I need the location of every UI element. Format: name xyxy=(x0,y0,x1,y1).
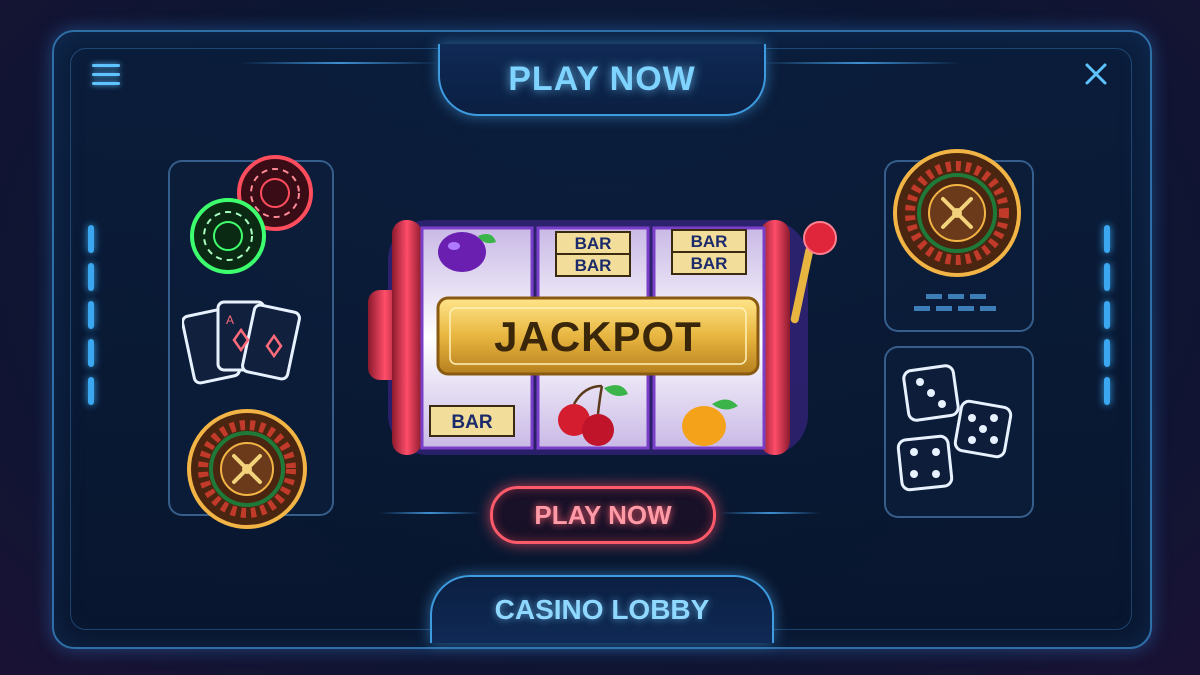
jackpot-banner-text: JACKPOT xyxy=(494,313,702,360)
svg-text:BAR: BAR xyxy=(575,234,612,253)
bar-symbol-icon: BAR xyxy=(429,405,515,437)
button-right-line xyxy=(720,512,820,514)
dice-icon[interactable] xyxy=(892,360,1024,500)
roulette-panel-placeholder-bars xyxy=(914,294,996,311)
page-title: PLAY NOW xyxy=(508,59,696,98)
svg-text:BAR: BAR xyxy=(575,256,612,275)
bar-symbol-icon: BAR BAR xyxy=(671,229,747,275)
casino-lobby-label: CASINO LOBBY xyxy=(494,594,710,625)
close-icon[interactable] xyxy=(1082,60,1110,88)
left-side-rail xyxy=(88,225,96,425)
button-left-line xyxy=(380,512,480,514)
roulette-wheel-icon[interactable] xyxy=(890,146,1024,280)
top-left-line xyxy=(240,62,440,64)
right-side-rail xyxy=(1104,225,1112,425)
play-now-button[interactable]: PLAY NOW xyxy=(490,486,716,544)
roulette-wheel-icon[interactable] xyxy=(184,406,310,532)
poker-chips-icon[interactable] xyxy=(180,148,320,288)
svg-text:BAR: BAR xyxy=(691,254,728,273)
footer-tab[interactable]: CASINO LOBBY xyxy=(430,575,774,643)
header-tab: PLAY NOW xyxy=(438,44,766,116)
playing-cards-icon[interactable]: A xyxy=(182,292,322,402)
play-now-button-label: PLAY NOW xyxy=(534,499,672,530)
bar-symbol-icon: BAR BAR xyxy=(555,231,631,277)
svg-text:BAR: BAR xyxy=(451,412,492,433)
hamburger-menu-icon[interactable] xyxy=(92,64,120,86)
svg-text:BAR: BAR xyxy=(691,232,728,251)
top-right-line xyxy=(760,62,960,64)
svg-text:A: A xyxy=(226,313,234,327)
